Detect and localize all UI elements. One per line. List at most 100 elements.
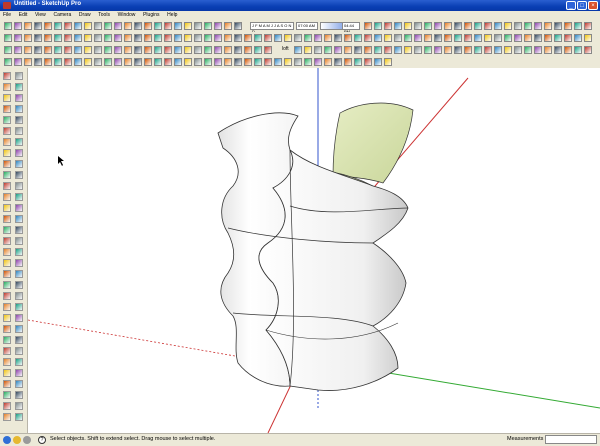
toolbar-tool-icon[interactable] [404, 34, 412, 42]
toolbar-tool-icon[interactable] [264, 34, 272, 42]
toolbar-tool-icon[interactable] [374, 46, 382, 54]
menu-tools[interactable]: Tools [95, 11, 113, 20]
palette-tool-icon[interactable] [3, 204, 11, 212]
toolbar-tool-icon[interactable] [64, 46, 72, 54]
palette-tool-icon[interactable] [3, 226, 11, 234]
toolbar-tool-icon[interactable] [524, 46, 532, 54]
toolbar-tool-icon[interactable] [214, 58, 222, 66]
toolbar-tool-icon[interactable] [274, 58, 282, 66]
toolbar-tool-icon[interactable] [164, 34, 172, 42]
geo-location-icon[interactable] [3, 436, 11, 444]
palette-tool-icon[interactable] [15, 413, 23, 421]
toolbar-tool-icon[interactable] [14, 34, 22, 42]
toolbar-tool-icon[interactable] [74, 34, 82, 42]
palette-tool-icon[interactable] [15, 303, 23, 311]
toolbar-tool-icon[interactable] [334, 34, 342, 42]
toolbar-tool-icon[interactable] [584, 34, 592, 42]
toolbar-tool-icon[interactable] [404, 22, 412, 30]
toolbar-tool-icon[interactable] [324, 46, 332, 54]
toolbar-tool-icon[interactable] [204, 46, 212, 54]
toolbar-tool-icon[interactable] [74, 22, 82, 30]
toolbar-tool-icon[interactable] [354, 46, 362, 54]
toolbar-tool-icon[interactable] [544, 46, 552, 54]
toolbar-tool-icon[interactable] [294, 34, 302, 42]
palette-tool-icon[interactable] [3, 281, 11, 289]
toolbar-tool-icon[interactable] [554, 34, 562, 42]
palette-tool-icon[interactable] [3, 325, 11, 333]
toolbar-tool-icon[interactable] [64, 22, 72, 30]
toolbar-tool-icon[interactable] [264, 46, 272, 54]
palette-tool-icon[interactable] [15, 314, 23, 322]
palette-tool-icon[interactable] [3, 270, 11, 278]
palette-tool-icon[interactable] [3, 193, 11, 201]
toolbar-tool-icon[interactable] [274, 34, 282, 42]
palette-tool-icon[interactable] [3, 160, 11, 168]
toolbar-tool-icon[interactable] [374, 58, 382, 66]
toolbar-tool-icon[interactable] [374, 34, 382, 42]
palette-tool-icon[interactable] [3, 380, 11, 388]
drawing-viewport[interactable] [28, 68, 600, 433]
palette-tool-icon[interactable] [3, 248, 11, 256]
toolbar-tool-icon[interactable] [214, 34, 222, 42]
toolbar-tool-icon[interactable] [34, 22, 42, 30]
palette-tool-icon[interactable] [3, 391, 11, 399]
palette-tool-icon[interactable] [3, 259, 11, 267]
toolbar-tool-icon[interactable] [304, 34, 312, 42]
toolbar-tool-icon[interactable] [174, 22, 182, 30]
palette-tool-icon[interactable] [15, 204, 23, 212]
toolbar-tool-icon[interactable] [364, 34, 372, 42]
toolbar-tool-icon[interactable] [234, 46, 242, 54]
toolbar-tool-icon[interactable] [504, 22, 512, 30]
toolbar-tool-icon[interactable] [104, 22, 112, 30]
toolbar-tool-icon[interactable] [394, 34, 402, 42]
toolbar-tool-icon[interactable] [364, 22, 372, 30]
toolbar-tool-icon[interactable] [484, 22, 492, 30]
toolbar-tool-icon[interactable] [554, 22, 562, 30]
palette-tool-icon[interactable] [15, 380, 23, 388]
toolbar-tool-icon[interactable] [424, 34, 432, 42]
toolbar-tool-icon[interactable] [154, 46, 162, 54]
toolbar-tool-icon[interactable] [514, 22, 522, 30]
toolbar-tool-icon[interactable] [104, 46, 112, 54]
palette-tool-icon[interactable] [15, 105, 23, 113]
menu-file[interactable]: File [0, 11, 14, 20]
toolbar-tool-icon[interactable] [444, 22, 452, 30]
toolbar-tool-icon[interactable] [54, 22, 62, 30]
palette-tool-icon[interactable] [3, 413, 11, 421]
palette-tool-icon[interactable] [15, 83, 23, 91]
toolbar-tool-icon[interactable] [544, 34, 552, 42]
toolbar-tool-icon[interactable] [574, 34, 582, 42]
toolbar-tool-icon[interactable] [174, 58, 182, 66]
toolbar-tool-icon[interactable] [304, 58, 312, 66]
menu-edit[interactable]: Edit [16, 11, 31, 20]
palette-tool-icon[interactable] [15, 182, 23, 190]
toolbar-tool-icon[interactable] [144, 58, 152, 66]
toolbar-tool-icon[interactable] [434, 46, 442, 54]
toolbar-tool-icon[interactable] [24, 22, 32, 30]
toolbar-tool-icon[interactable] [394, 46, 402, 54]
palette-tool-icon[interactable] [15, 94, 23, 102]
toolbar-tool-icon[interactable] [564, 22, 572, 30]
toolbar-tool-icon[interactable] [284, 34, 292, 42]
toolbar-tool-icon[interactable] [384, 22, 392, 30]
palette-tool-icon[interactable] [3, 369, 11, 377]
toolbar-tool-icon[interactable] [244, 58, 252, 66]
toolbar-tool-icon[interactable] [554, 46, 562, 54]
toolbar-tool-icon[interactable] [494, 34, 502, 42]
toolbar-tool-icon[interactable] [564, 46, 572, 54]
toolbar-tool-icon[interactable] [334, 58, 342, 66]
toolbar-tool-icon[interactable] [144, 46, 152, 54]
palette-tool-icon[interactable] [15, 281, 23, 289]
toolbar-tool-icon[interactable] [244, 46, 252, 54]
palette-tool-icon[interactable] [3, 94, 11, 102]
toolbar-tool-icon[interactable] [514, 46, 522, 54]
toolbar-tool-icon[interactable] [414, 22, 422, 30]
toolbar-tool-icon[interactable] [104, 58, 112, 66]
toolbar-tool-icon[interactable] [114, 34, 122, 42]
measurements-input[interactable] [545, 435, 597, 444]
toolbar-tool-icon[interactable] [534, 46, 542, 54]
toolbar-tool-icon[interactable] [464, 46, 472, 54]
palette-tool-icon[interactable] [3, 105, 11, 113]
toolbar-tool-icon[interactable] [24, 58, 32, 66]
palette-tool-icon[interactable] [15, 248, 23, 256]
